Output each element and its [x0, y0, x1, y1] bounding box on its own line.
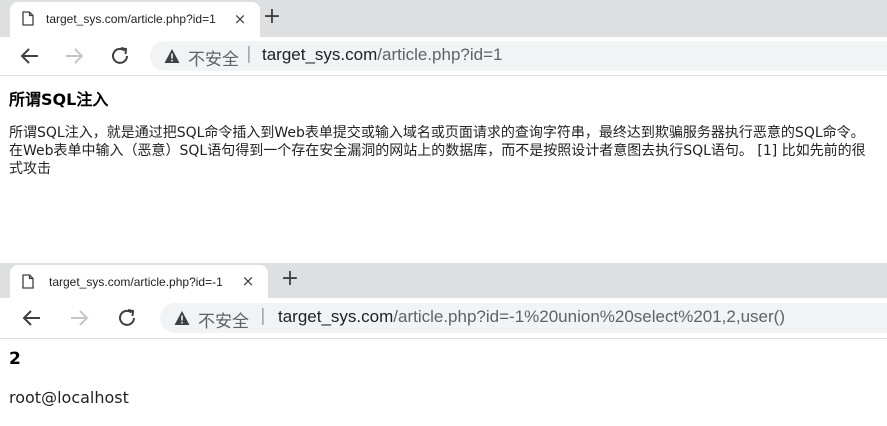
new-tab-icon[interactable]: +	[278, 268, 302, 292]
reload-icon[interactable]	[114, 305, 140, 331]
result-user: root@localhost	[9, 388, 129, 407]
tab-title: target_sys.com/article.php?id=-1	[49, 275, 223, 289]
result-value: 2	[9, 349, 21, 369]
close-tab-icon[interactable]: ×	[238, 271, 258, 291]
toolbar: 不安全 | target_sys.com/article.php?id=-1%2…	[0, 298, 887, 339]
warning-icon[interactable]	[174, 310, 190, 326]
tab-strip: target_sys.com/article.php?id=-1 × +	[0, 263, 887, 298]
query-result: 2 root@localhost	[9, 349, 129, 407]
tab-injection[interactable]: target_sys.com/article.php?id=-1 ×	[10, 265, 268, 298]
browser-window-2: target_sys.com/article.php?id=-1 × + 不安全…	[0, 0, 887, 426]
page-icon	[22, 274, 34, 289]
url-path: /article.php?id=-1%20union%20select%201,…	[393, 307, 785, 326]
separator: |	[260, 306, 266, 326]
forward-icon[interactable]	[66, 305, 92, 331]
back-icon[interactable]	[19, 305, 45, 331]
address-bar[interactable]: 不安全 | target_sys.com/article.php?id=-1%2…	[160, 303, 887, 333]
not-secure-label: 不安全	[198, 312, 249, 332]
url-text[interactable]: target_sys.com/article.php?id=-1%20union…	[278, 307, 785, 327]
url-host: target_sys.com	[278, 307, 394, 326]
